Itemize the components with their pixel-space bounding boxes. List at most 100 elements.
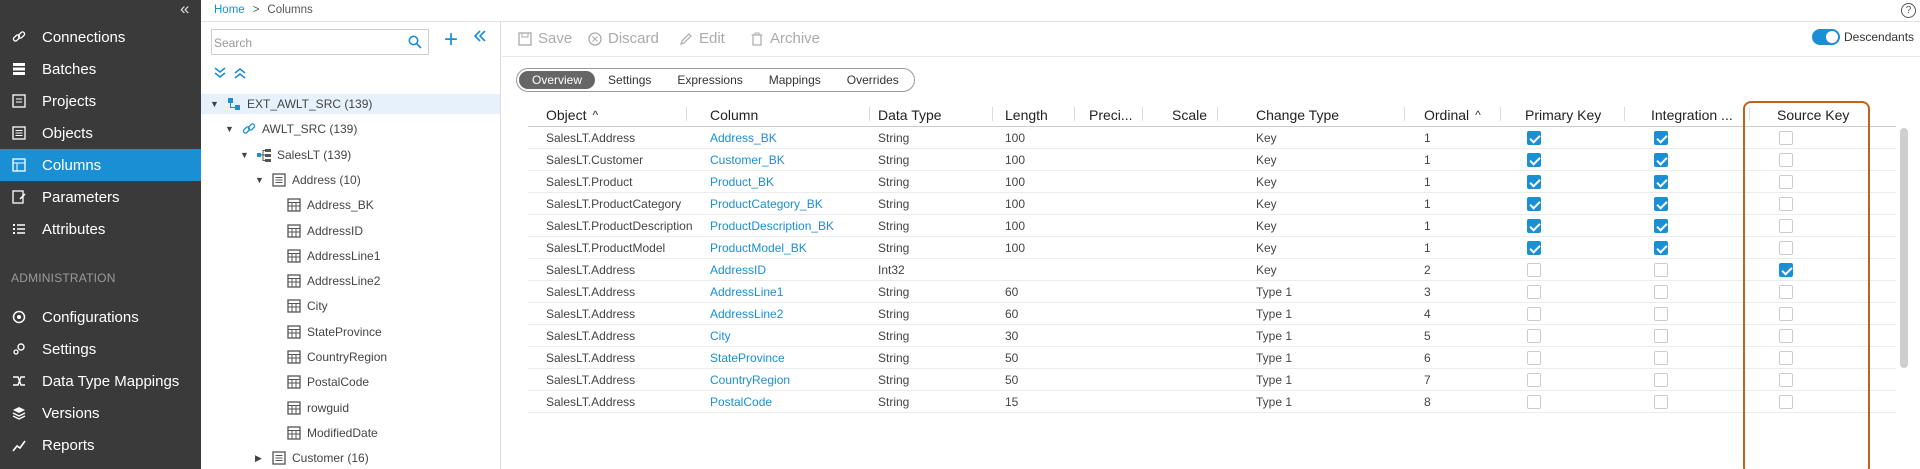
vertical-scrollbar[interactable] (1900, 128, 1908, 368)
table-row[interactable]: SalesLT.ProductModel ProductModel_BK Strin… (528, 237, 1896, 259)
checkbox-pk[interactable] (1527, 395, 1541, 409)
column-divider[interactable] (1624, 107, 1625, 121)
caret-down-icon[interactable]: ▼ (225, 124, 237, 134)
column-header-9[interactable]: Integration ... (1651, 104, 1733, 126)
checkbox-ik[interactable] (1654, 351, 1668, 365)
table-row[interactable]: SalesLT.ProductCategory ProductCategory_B… (528, 193, 1896, 215)
table-row[interactable]: SalesLT.Address AddressLine1 String 60 Type … (528, 281, 1896, 303)
tree-node[interactable]: ▼ SalesLT (139) (240, 145, 351, 165)
table-row[interactable]: SalesLT.ProductDescription ProductDescrip… (528, 215, 1896, 237)
table-row[interactable]: SalesLT.Address AddressLine2 String 60 Type … (528, 303, 1896, 325)
tree-node[interactable]: ModifiedDate (270, 423, 378, 443)
table-row[interactable]: SalesLT.Address StateProvince String 50 Type… (528, 347, 1896, 369)
tree-node[interactable]: rowguid (270, 398, 349, 418)
column-header-0[interactable]: Object ^ (546, 104, 598, 126)
checkbox-ik[interactable] (1654, 241, 1668, 255)
expand-all-icon[interactable] (213, 66, 227, 83)
cell-column[interactable]: StateProvince (710, 351, 785, 365)
save-button[interactable]: Save (518, 30, 572, 47)
tab-overrides[interactable]: Overrides (834, 71, 912, 89)
checkbox-ik[interactable] (1654, 219, 1668, 233)
column-header-3[interactable]: Length (1005, 104, 1048, 126)
column-header-5[interactable]: Scale (1172, 104, 1207, 126)
column-header-4[interactable]: Preci... (1089, 104, 1133, 126)
caret-down-icon[interactable]: ▼ (210, 99, 222, 109)
breadcrumb-home[interactable]: Home (214, 4, 245, 16)
sidebar-item-batches[interactable]: Batches (0, 53, 201, 85)
sidebar-item-settings[interactable]: Settings (0, 333, 201, 365)
column-divider[interactable] (869, 107, 870, 121)
collapse-all-icon[interactable] (233, 66, 247, 83)
caret-down-icon[interactable]: ▼ (240, 150, 252, 160)
cell-column[interactable]: Product_BK (710, 175, 774, 189)
table-row[interactable]: SalesLT.Address AddressID Int32 Key 2 (528, 259, 1896, 281)
column-divider[interactable] (992, 107, 993, 121)
tree-node[interactable]: AddressLine2 (270, 271, 380, 291)
checkbox-ik[interactable] (1654, 307, 1668, 321)
checkbox-ik[interactable] (1654, 395, 1668, 409)
checkbox-ik[interactable] (1654, 197, 1668, 211)
search-icon[interactable] (408, 35, 422, 52)
caret-right-icon[interactable]: ▶ (255, 453, 267, 464)
tree-node[interactable]: AddressID (270, 221, 363, 241)
cell-column[interactable]: AddressLine2 (710, 307, 783, 321)
sidebar-item-connections[interactable]: Connections (0, 21, 201, 53)
tab-settings[interactable]: Settings (595, 71, 664, 89)
cell-column[interactable]: ProductCategory_BK (710, 197, 823, 211)
checkbox-pk[interactable] (1527, 307, 1541, 321)
sidebar-collapse-button[interactable]: « (180, 0, 189, 17)
checkbox-pk[interactable] (1527, 197, 1541, 211)
tree-node[interactable]: ▶ Customer (16) (255, 448, 369, 468)
table-row[interactable]: SalesLT.Address PostalCode String 15 Type 1 8 (528, 391, 1896, 413)
checkbox-pk[interactable] (1527, 285, 1541, 299)
column-divider[interactable] (686, 107, 687, 121)
cell-column[interactable]: Address_BK (710, 131, 777, 145)
checkbox-pk[interactable] (1527, 373, 1541, 387)
tab-overview[interactable]: Overview (519, 71, 596, 89)
column-divider[interactable] (1074, 107, 1075, 121)
collapse-panel-icon[interactable] (473, 29, 487, 46)
sort-asc-icon[interactable]: ^ (1475, 108, 1481, 122)
checkbox-pk[interactable] (1527, 351, 1541, 365)
column-divider[interactable] (1500, 107, 1501, 121)
sidebar-item-reports[interactable]: Reports (0, 429, 201, 461)
column-divider[interactable] (1404, 107, 1405, 121)
sidebar-item-attributes[interactable]: Attributes (0, 213, 201, 245)
checkbox-pk[interactable] (1527, 219, 1541, 233)
tree-node[interactable]: ▼ EXT_AWLT_SRC (139) (201, 94, 500, 114)
cell-column[interactable]: CountryRegion (710, 373, 790, 387)
table-row[interactable]: SalesLT.Address City String 30 Type 1 5 (528, 325, 1896, 347)
column-header-6[interactable]: Change Type (1256, 104, 1339, 126)
discard-button[interactable]: Discard (588, 30, 659, 47)
sort-asc-icon[interactable]: ^ (592, 108, 598, 122)
edit-button[interactable]: Edit (679, 30, 725, 47)
cell-column[interactable]: ProductDescription_BK (710, 219, 834, 233)
tree-node[interactable]: StateProvince (270, 322, 382, 342)
descendants-toggle[interactable] (1812, 29, 1840, 45)
tree-node[interactable]: ▼ AWLT_SRC (139) (225, 119, 357, 139)
column-header-2[interactable]: Data Type (878, 104, 942, 126)
sidebar-item-parameters[interactable]: Parameters (0, 181, 201, 213)
tab-expressions[interactable]: Expressions (664, 71, 755, 89)
archive-button[interactable]: Archive (750, 30, 820, 47)
checkbox-pk[interactable] (1527, 153, 1541, 167)
checkbox-ik[interactable] (1654, 285, 1668, 299)
table-row[interactable]: SalesLT.Address Address_BK String 100 Key 1 (528, 127, 1896, 149)
table-row[interactable]: SalesLT.Customer Customer_BK String 100 Key 1 (528, 149, 1896, 171)
sidebar-item-columns[interactable]: Columns (0, 149, 201, 181)
tree-node[interactable]: PostalCode (270, 372, 369, 392)
cell-column[interactable]: PostalCode (710, 395, 772, 409)
checkbox-pk[interactable] (1527, 263, 1541, 277)
tree-node[interactable]: Address_BK (270, 195, 374, 215)
tree-node[interactable]: ▼ Address (10) (255, 170, 361, 190)
checkbox-pk[interactable] (1527, 241, 1541, 255)
search-input[interactable]: Search (211, 29, 429, 55)
sidebar-item-configurations[interactable]: Configurations (0, 301, 201, 333)
checkbox-ik[interactable] (1654, 329, 1668, 343)
sidebar-item-data-type-mappings[interactable]: Data Type Mappings (0, 365, 201, 397)
cell-column[interactable]: Customer_BK (710, 153, 785, 167)
cell-column[interactable]: AddressID (710, 263, 766, 277)
sidebar-item-objects[interactable]: Objects (0, 117, 201, 149)
cell-column[interactable]: AddressLine1 (710, 285, 783, 299)
column-header-1[interactable]: Column (710, 104, 758, 126)
